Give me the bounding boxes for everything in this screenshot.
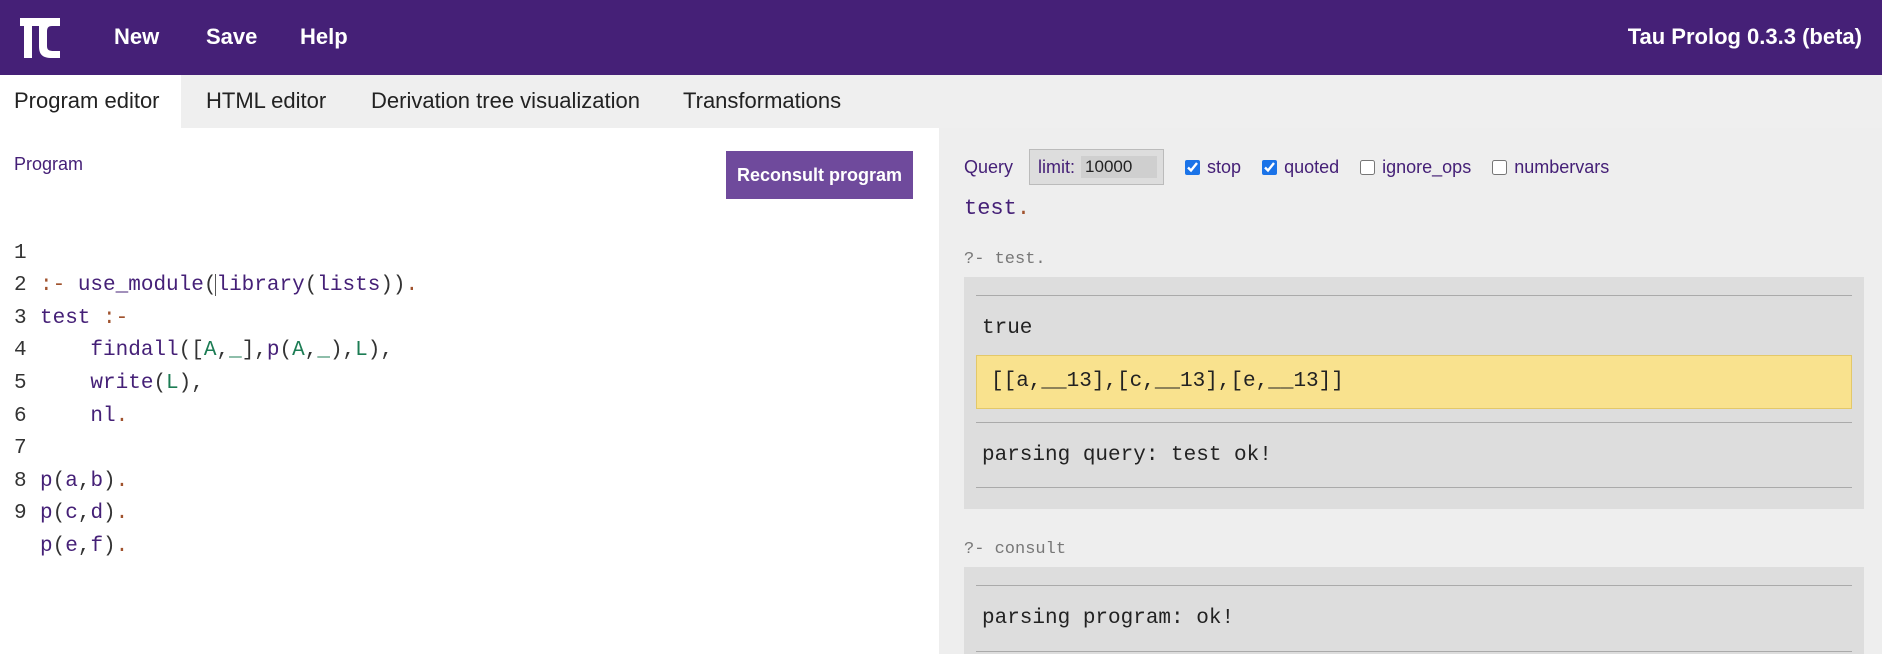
divider — [976, 651, 1852, 652]
option-numbervars[interactable]: numbervars — [1492, 157, 1609, 178]
code-line: 4 write(L), — [0, 303, 204, 395]
top-bar: New Save Help Tau Prolog 0.3.3 (beta) — [0, 0, 1882, 75]
tau-prolog-logo-icon[interactable] — [18, 14, 62, 58]
divider — [976, 487, 1852, 488]
query-text: test — [964, 196, 1017, 221]
code-line: 7 p(a,b). — [0, 401, 128, 493]
tab-program-editor[interactable]: Program editor — [0, 75, 181, 128]
program-editor-pane: Program Reconsult program 1 :- use_modul… — [0, 128, 939, 654]
result-parsing-query: parsing query: test ok! — [982, 444, 1272, 467]
code-line: 2 test :- — [0, 238, 128, 330]
numbervars-label: numbervars — [1514, 156, 1610, 177]
numbervars-checkbox[interactable] — [1492, 159, 1508, 175]
reconsult-button[interactable]: Reconsult program — [726, 151, 913, 199]
code-line: 3 findall([A,_],p(A,_),L), — [0, 270, 393, 363]
query-input[interactable]: test. — [964, 196, 1030, 221]
result-output: [[a,__13],[c,__13],[e,__13]] — [991, 370, 1344, 393]
ignore-ops-checkbox[interactable] — [1360, 159, 1376, 175]
code-line: 8 p(c,d). — [0, 433, 128, 526]
tab-bar: Program editor HTML editor Derivation tr… — [0, 75, 1882, 128]
tab-transformations[interactable]: Transformations — [683, 75, 841, 128]
code-line: 6 — [0, 368, 76, 428]
result-header-test: ?- test. — [964, 250, 1046, 269]
option-ignore-ops[interactable]: ignore_ops — [1360, 157, 1471, 178]
code-text: :- use_module(library(lists)). — [40, 273, 419, 298]
limit-input[interactable] — [1081, 156, 1158, 178]
tab-derivation-tree[interactable]: Derivation tree visualization — [371, 75, 640, 128]
nav-help[interactable]: Help — [300, 0, 348, 75]
stop-label: stop — [1207, 156, 1242, 177]
result-parsing-program: parsing program: ok! — [982, 607, 1235, 630]
version-label: Tau Prolog 0.3.3 (beta) — [1627, 24, 1862, 49]
line-number: 9 — [14, 502, 27, 526]
nav-new[interactable]: New — [114, 0, 159, 75]
nav-save[interactable]: Save — [206, 0, 257, 75]
limit-box: limit: — [1029, 149, 1165, 185]
result-panel-test: true [[a,__13],[c,__13],[e,__13]] parsin… — [964, 277, 1864, 509]
code-editor[interactable]: 1 :- use_module(library(lists)). 2 test … — [0, 205, 418, 558]
program-label: Program — [14, 154, 84, 174]
result-panel-consult: parsing program: ok! — [964, 567, 1864, 654]
quoted-label: quoted — [1284, 156, 1340, 177]
stop-checkbox[interactable] — [1185, 159, 1201, 175]
code-line: 1 :- use_module(library(lists)). — [0, 205, 418, 298]
code-text: p(e,f). — [40, 534, 129, 558]
option-stop[interactable]: stop — [1185, 157, 1241, 178]
quoted-checkbox[interactable] — [1262, 159, 1278, 175]
query-options-row: Query limit: stop quoted ignore_ops numb… — [964, 149, 1609, 185]
option-quoted[interactable]: quoted — [1262, 157, 1339, 178]
ignore-ops-label: ignore_ops — [1382, 156, 1472, 177]
result-true: true — [982, 317, 1033, 340]
result-header-consult: ?- consult — [964, 540, 1067, 559]
query-pane: Query limit: stop quoted ignore_ops numb… — [939, 128, 1882, 654]
code-line: 9 p(e,f). — [0, 466, 128, 558]
tab-html-editor[interactable]: HTML editor — [206, 75, 326, 128]
divider — [976, 422, 1852, 423]
divider — [976, 295, 1852, 296]
query-label: Query — [964, 156, 1014, 177]
code-line: 5 nl. — [0, 335, 128, 428]
divider — [976, 585, 1852, 586]
code-text: findall([A,_],p(A,_),L), — [90, 339, 393, 363]
limit-label: limit: — [1038, 156, 1076, 177]
